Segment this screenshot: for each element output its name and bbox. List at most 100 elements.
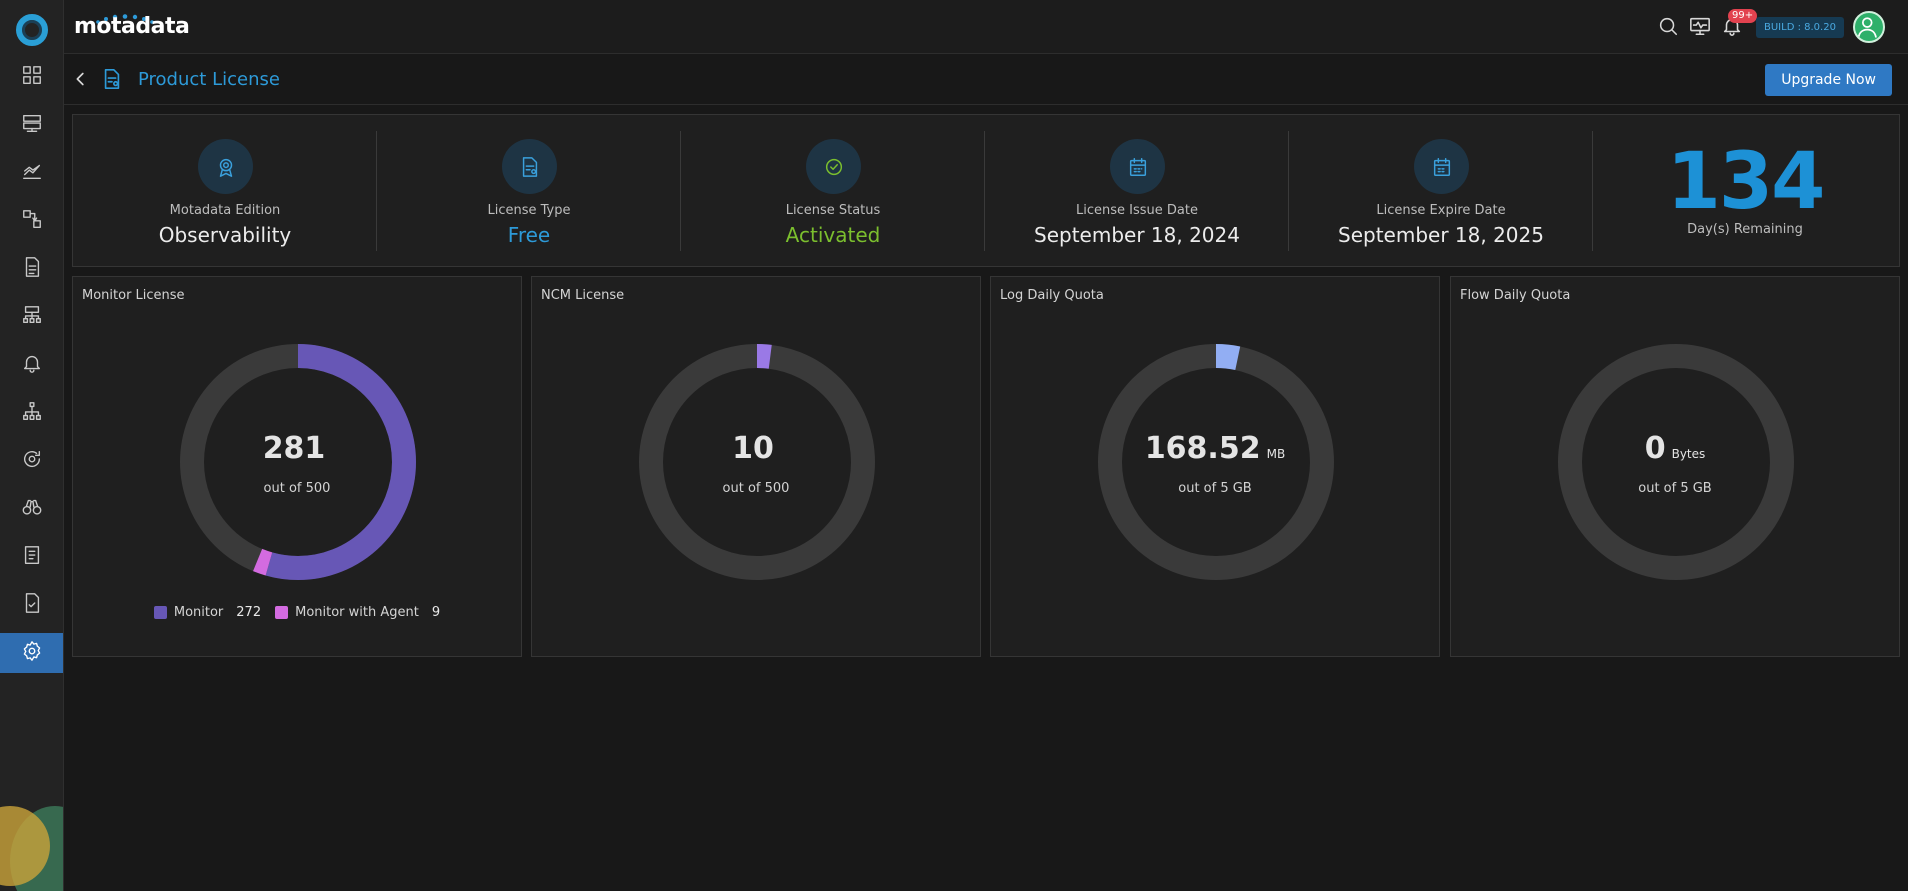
nav-network[interactable] — [0, 393, 63, 433]
compliance-icon — [21, 592, 43, 618]
nav-audit[interactable] — [0, 537, 63, 577]
card-title: Monitor License — [82, 288, 185, 303]
usage-total: out of 500 — [722, 481, 790, 496]
dashboard-icon — [21, 64, 43, 90]
edition-value: Observability — [158, 223, 292, 247]
license-document-icon — [101, 68, 125, 92]
nav-settings[interactable] — [0, 633, 63, 673]
license-status-value: Activated — [785, 223, 881, 247]
brand-logo[interactable]: motadata — [74, 14, 190, 39]
days-remaining-label: Day(s) Remaining — [1687, 222, 1803, 237]
license-type-label: License Type — [487, 203, 571, 218]
usage-value: 281 — [73, 431, 521, 466]
user-avatar[interactable] — [1853, 11, 1885, 43]
license-document-icon — [502, 139, 557, 194]
usage-total: out of 5 GB — [1178, 481, 1252, 496]
card-title: Log Daily Quota — [1000, 288, 1104, 303]
usage-unit: Bytes — [1671, 447, 1706, 461]
legend-label: Monitor — [173, 605, 224, 620]
page-title: Product License — [138, 69, 280, 90]
page-header: Product License Upgrade Now — [64, 55, 1908, 105]
check-circle-icon — [806, 139, 861, 194]
monitor-license-card: Monitor License 281 out of 500 Monitor 2… — [72, 276, 522, 657]
network-icon — [21, 400, 43, 426]
license-status-cell: License Status Activated — [681, 115, 985, 268]
flow-daily-quota-card: Flow Daily Quota 0 Bytes out of 5 GB — [1450, 276, 1900, 657]
legend-item-monitor[interactable]: Monitor 272 — [153, 605, 262, 620]
legend-swatch — [153, 606, 167, 619]
back-button[interactable] — [70, 68, 94, 92]
app-logo-icon[interactable] — [16, 14, 48, 46]
nav-explorer[interactable] — [0, 489, 63, 529]
notification-count-badge: 99+ — [1728, 9, 1758, 23]
report-icon — [21, 256, 43, 282]
award-icon — [198, 139, 253, 194]
legend-count: 9 — [431, 605, 441, 620]
nav-topology[interactable] — [0, 297, 63, 337]
usage-number: 281 — [262, 431, 326, 466]
audit-icon — [21, 544, 43, 570]
license-type-value: Free — [507, 223, 551, 247]
license-status-label: License Status — [785, 203, 881, 218]
days-remaining-cell: 134 Day(s) Remaining — [1593, 115, 1897, 268]
nav-metrics[interactable] — [0, 153, 63, 193]
settings-icon — [21, 640, 43, 666]
calendar-icon — [1110, 139, 1165, 194]
usage-number: 168.52 — [1144, 431, 1261, 466]
explorer-icon — [21, 496, 43, 522]
monitor-screen-icon — [1689, 17, 1711, 41]
usage-total: out of 500 — [263, 481, 331, 496]
days-remaining-value: 134 — [1666, 137, 1826, 227]
nav-alerts[interactable] — [0, 345, 63, 385]
edition-cell: Motadata Edition Observability — [73, 115, 377, 268]
legend: Monitor 272 Monitor with Agent 9 — [73, 605, 521, 620]
metrics-icon — [21, 160, 43, 186]
ncm-license-card: NCM License 10 out of 500 — [531, 276, 981, 657]
expire-date-value: September 18, 2025 — [1338, 223, 1544, 247]
chevron-left-icon — [70, 72, 92, 94]
usage-value: 168.52 MB — [991, 431, 1439, 466]
nav-servers[interactable] — [0, 105, 63, 145]
topology-icon — [21, 304, 43, 330]
legend-swatch — [275, 606, 289, 619]
usage-number: 10 — [732, 431, 774, 466]
server-icon — [21, 112, 43, 138]
card-title: Flow Daily Quota — [1460, 288, 1571, 303]
log-daily-quota-card: Log Daily Quota 168.52 MB out of 5 GB — [990, 276, 1440, 657]
legend-item-monitor-with-agent[interactable]: Monitor with Agent 9 — [275, 605, 440, 620]
calendar-icon — [1414, 139, 1469, 194]
expire-date-label: License Expire Date — [1376, 203, 1506, 218]
user-icon — [1857, 17, 1877, 38]
edition-label: Motadata Edition — [169, 203, 281, 218]
left-nav-rail — [0, 0, 64, 891]
build-version-badge: BUILD : 8.0.20 — [1756, 17, 1844, 38]
nav-compliance[interactable] — [0, 585, 63, 625]
usage-number: 0 — [1644, 431, 1666, 466]
issue-date-cell: License Issue Date September 18, 2024 — [985, 115, 1289, 268]
issue-date-label: License Issue Date — [1076, 203, 1198, 218]
alert-icon — [21, 352, 43, 378]
issue-date-value: September 18, 2024 — [1034, 223, 1240, 247]
legend-count: 272 — [236, 605, 262, 620]
usage-unit: MB — [1266, 447, 1286, 461]
nav-discovery[interactable] — [0, 441, 63, 481]
discovery-icon — [21, 448, 43, 474]
bell-icon — [1721, 18, 1743, 41]
top-bar: motadata — [64, 0, 1908, 54]
license-summary: Motadata Edition Observability License T… — [72, 114, 1900, 267]
flow-icon — [21, 208, 43, 234]
usage-value: 0 Bytes — [1451, 431, 1899, 466]
search-button[interactable] — [1657, 15, 1681, 39]
upgrade-now-button[interactable]: Upgrade Now — [1765, 64, 1892, 96]
usage-total: out of 5 GB — [1638, 481, 1712, 496]
monitor-screen-button[interactable] — [1689, 15, 1713, 39]
expire-date-cell: License Expire Date September 18, 2025 — [1289, 115, 1593, 268]
card-title: NCM License — [541, 288, 625, 303]
nav-flow[interactable] — [0, 201, 63, 241]
app-root: motadata 99+ BUILD : 8.0.20 Product Lice… — [0, 0, 1908, 891]
search-icon — [1657, 17, 1679, 41]
legend-label: Monitor with Agent — [295, 605, 419, 620]
nav-reports[interactable] — [0, 249, 63, 289]
nav-dashboard[interactable] — [0, 57, 63, 97]
usage-value: 10 — [532, 431, 980, 466]
